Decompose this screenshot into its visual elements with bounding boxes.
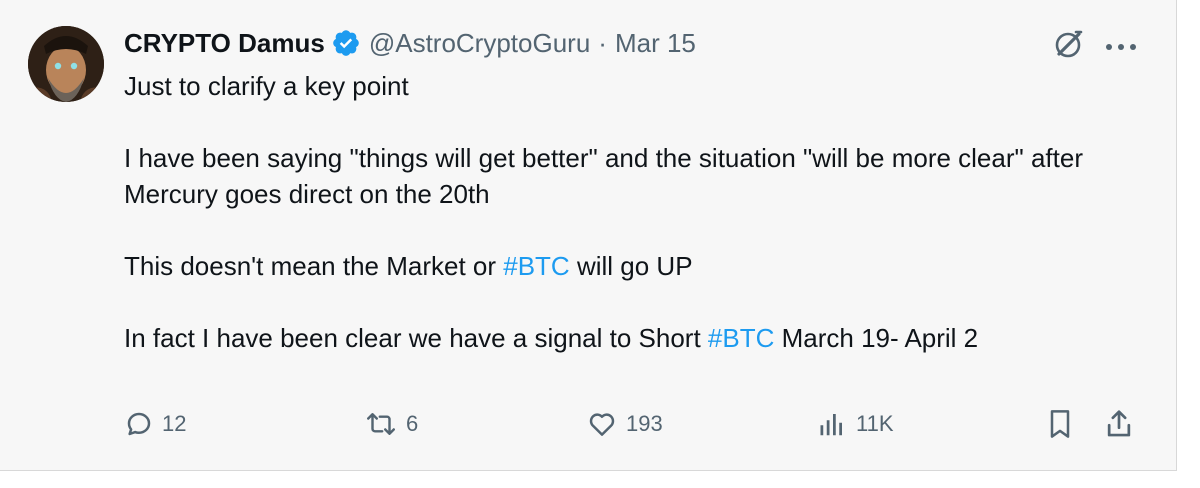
tweet-top-actions — [1050, 24, 1138, 64]
page-margin-right — [1177, 0, 1200, 488]
avatar[interactable] — [28, 26, 104, 102]
tweet-line-3: This doesn't mean the Market or #BTC wil… — [124, 248, 1154, 284]
like-icon — [589, 413, 615, 436]
grok-icon[interactable] — [1050, 26, 1086, 62]
reply-button[interactable]: 12 — [124, 404, 186, 444]
tweet-line-2: I have been saying "things will get bett… — [124, 143, 1083, 209]
bookmark-button[interactable] — [1046, 404, 1082, 444]
author-handle[interactable]: @AstroCryptoGuru — [369, 28, 590, 59]
repost-count: 6 — [406, 411, 419, 436]
tweet-card[interactable]: CRYPTO Damus @AstroCryptoGuru · Mar 15 J… — [0, 0, 1177, 471]
views-icon — [820, 414, 842, 436]
tweet-header: CRYPTO Damus @AstroCryptoGuru · Mar 15 — [124, 26, 696, 60]
header-separator: · — [598, 27, 607, 58]
tweet-date[interactable]: Mar 15 — [615, 28, 696, 59]
views-count: 11K — [856, 411, 894, 436]
share-button[interactable] — [1104, 404, 1142, 444]
more-icon[interactable] — [1104, 39, 1138, 50]
hashtag-btc-link[interactable]: #BTC — [708, 323, 774, 353]
reply-icon — [127, 412, 151, 436]
share-icon — [1107, 410, 1131, 437]
tweet-text: Just to clarify a key point I have been … — [124, 68, 1154, 356]
tweet-line-3-text-b: will go UP — [569, 251, 693, 281]
like-button[interactable]: 193 — [586, 404, 663, 444]
views-button[interactable]: 11K — [818, 404, 894, 444]
repost-button[interactable]: 6 — [364, 404, 418, 444]
bookmark-icon — [1050, 410, 1070, 438]
page-margin-bottom — [0, 471, 1200, 488]
tweet-line-4-text-a: In fact I have been clear we have a sign… — [124, 323, 708, 353]
author-name[interactable]: CRYPTO Damus — [124, 28, 325, 59]
verified-badge-icon — [331, 28, 361, 58]
repost-icon — [367, 413, 395, 435]
tweet-actions-bar: 12 6 193 11K — [124, 404, 1154, 444]
like-count: 193 — [626, 411, 663, 436]
tweet-line-3-text-a: This doesn't mean the Market or — [124, 251, 504, 281]
tweet-line-4-text-b: March 19- April 2 — [774, 323, 979, 353]
hashtag-btc-link[interactable]: #BTC — [503, 251, 569, 281]
tweet-line-1: Just to clarify a key point — [124, 71, 409, 101]
tweet-line-4: In fact I have been clear we have a sign… — [124, 320, 1154, 356]
reply-count: 12 — [162, 411, 187, 436]
